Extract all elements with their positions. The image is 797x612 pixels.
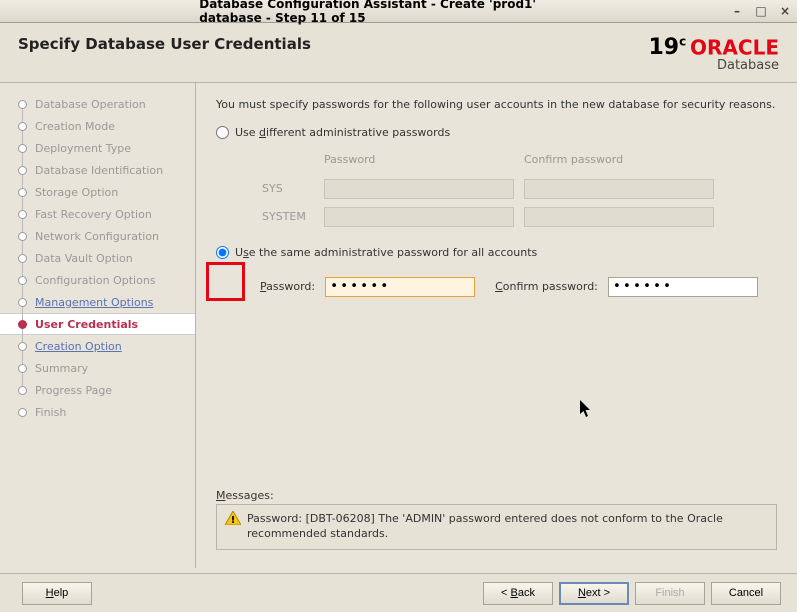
- messages-label: Messages:: [216, 489, 777, 502]
- option-different-passwords[interactable]: Use different administrative passwords: [216, 126, 777, 139]
- confirm-password-input[interactable]: [608, 277, 758, 297]
- sidebar-item-data-vault-option: Data Vault Option: [14, 247, 195, 269]
- sidebar-item-network-configuration: Network Configuration: [14, 225, 195, 247]
- sidebar-item-finish: Finish: [14, 401, 195, 423]
- sidebar-item-summary: Summary: [14, 357, 195, 379]
- next-button[interactable]: Next >: [559, 582, 629, 605]
- password-table: Password Confirm password SYS SYSTEM: [260, 147, 724, 232]
- sys-confirm-input: [524, 179, 714, 199]
- window-title: Database Configuration Assistant - Creat…: [199, 0, 598, 25]
- page-title: Specify Database User Credentials: [18, 35, 311, 53]
- radio-same-password[interactable]: [216, 246, 229, 259]
- system-password-input: [324, 207, 514, 227]
- confirm-password-label: Confirm password:: [495, 280, 598, 293]
- sidebar: Database Operation Creation Mode Deploym…: [0, 83, 196, 568]
- intro-text: You must specify passwords for the follo…: [216, 97, 777, 114]
- oracle-logo: 19c ORACLE Database: [648, 35, 779, 73]
- col-confirm: Confirm password: [524, 149, 722, 174]
- sidebar-item-creation-option[interactable]: Creation Option: [14, 335, 195, 357]
- messages-box: ! Password: [DBT-06208] The 'ADMIN' pass…: [216, 504, 777, 550]
- cancel-button[interactable]: Cancel: [711, 582, 781, 605]
- sidebar-item-database-identification: Database Identification: [14, 159, 195, 181]
- finish-button: Finish: [635, 582, 705, 605]
- warning-icon: !: [225, 511, 241, 525]
- row-sys-label: SYS: [262, 176, 322, 202]
- sidebar-item-management-options[interactable]: Management Options: [14, 291, 195, 313]
- label-same-password: Use the same administrative password for…: [235, 246, 537, 259]
- option-same-password[interactable]: Use the same administrative password for…: [216, 246, 777, 259]
- maximize-button[interactable]: □: [753, 3, 769, 19]
- svg-text:!: !: [231, 515, 236, 525]
- header: Specify Database User Credentials 19c OR…: [0, 23, 797, 83]
- sidebar-item-fast-recovery-option: Fast Recovery Option: [14, 203, 195, 225]
- back-button[interactable]: < Back: [483, 582, 553, 605]
- help-button[interactable]: Help: [22, 582, 92, 605]
- col-password: Password: [324, 149, 522, 174]
- sidebar-item-user-credentials: User Credentials: [0, 313, 195, 335]
- minimize-button[interactable]: –: [729, 3, 745, 19]
- sidebar-item-configuration-options: Configuration Options: [14, 269, 195, 291]
- sidebar-item-storage-option: Storage Option: [14, 181, 195, 203]
- close-button[interactable]: ×: [777, 3, 793, 19]
- titlebar: Database Configuration Assistant - Creat…: [0, 0, 797, 23]
- sidebar-item-progress-page: Progress Page: [14, 379, 195, 401]
- footer: Help < Back Next > Finish Cancel: [0, 573, 797, 612]
- messages-section: Messages: ! Password: [DBT-06208] The 'A…: [216, 489, 777, 550]
- password-input[interactable]: [325, 277, 475, 297]
- system-confirm-input: [524, 207, 714, 227]
- row-system-label: SYSTEM: [262, 204, 322, 230]
- label-different-passwords: Use different administrative passwords: [235, 126, 450, 139]
- sidebar-item-creation-mode: Creation Mode: [14, 115, 195, 137]
- message-text: Password: [DBT-06208] The 'ADMIN' passwo…: [247, 511, 768, 542]
- sys-password-input: [324, 179, 514, 199]
- password-label: Password:: [260, 280, 315, 293]
- sidebar-item-database-operation: Database Operation: [14, 93, 195, 115]
- radio-different-passwords[interactable]: [216, 126, 229, 139]
- sidebar-item-deployment-type: Deployment Type: [14, 137, 195, 159]
